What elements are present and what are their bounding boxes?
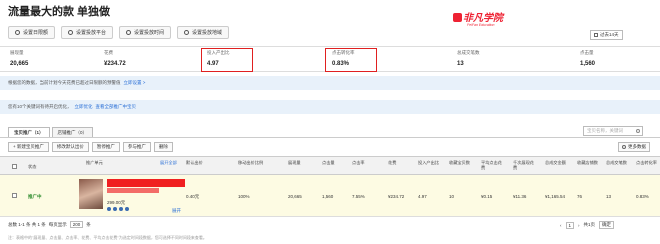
- budget-warning-notice: 根据您的数据，当前计划今天花费已超过日限额的预警值 立即设置 >: [0, 76, 660, 90]
- orders-value: 13: [606, 194, 612, 199]
- stat-impressions: 展现量 20,665: [10, 50, 29, 67]
- expand-row-link[interactable]: 展开: [172, 208, 181, 214]
- cpm-value: ¥11.36: [513, 194, 527, 199]
- tab-item-promotion[interactable]: 宝贝推广（1）: [8, 127, 50, 137]
- table-actions: + 新建宝贝推广 修改默认出价 暂停推广 参与推广 删除: [8, 142, 173, 152]
- col-impressions[interactable]: 展现量: [288, 160, 301, 165]
- tab-shop-promotion[interactable]: 店铺推广（0）: [51, 127, 94, 137]
- product-price: 299.00元: [107, 200, 126, 205]
- optimize-now-link[interactable]: 立即优化: [75, 104, 93, 110]
- highlight-conversion-rate: [325, 48, 377, 72]
- stat-orders: 总成交笔数 13: [457, 50, 480, 67]
- row-checkbox[interactable]: [12, 193, 17, 198]
- fav-items-value: 10: [449, 194, 455, 199]
- clock-icon: [126, 30, 132, 35]
- footnote: 注：表格中的"展现量、点击量、点击率、花费、平均点击花费"为选定时间段数据，您可…: [8, 235, 207, 240]
- col-default-bid[interactable]: 默认出价: [186, 160, 203, 165]
- search-icon: [636, 129, 640, 133]
- set-now-link[interactable]: 立即设置 >: [124, 80, 146, 86]
- cvr-value: 0.83%: [636, 194, 649, 199]
- cost-value: ¥234.72: [388, 194, 405, 199]
- col-cpm[interactable]: 千次展现花费: [513, 160, 537, 170]
- set-daily-limit-button[interactable]: 设置日限额: [8, 26, 56, 39]
- pause-promotion-button[interactable]: 暂停推广: [91, 142, 120, 152]
- view-all-items-link[interactable]: 查看全部推广中宝贝: [96, 104, 137, 110]
- table-row: 推广中 299.00元 展开 0.40元 100% 20,665 1,560 7…: [0, 175, 660, 217]
- tab-divider: [0, 137, 660, 138]
- optimize-keywords-notice: 您有10个关键词有待开启优化， 立即优化 查看全部推广中宝贝: [0, 100, 660, 114]
- unit-action-icons: [107, 207, 129, 211]
- calendar-icon: [594, 33, 598, 37]
- highlight-roi: [201, 48, 253, 72]
- new-item-promotion-button[interactable]: + 新建宝贝推广: [8, 142, 49, 152]
- page-title: 流量最大的款 单独做: [8, 6, 111, 18]
- table-header: 状态 推广单元 展开全部 默认出价 移动出价比例 展现量 点击量 点击率 花费 …: [0, 156, 660, 175]
- fav-shops-value: 76: [577, 194, 583, 199]
- col-fav-shops[interactable]: 收藏店铺数: [577, 160, 601, 165]
- redacted-subtitle: [107, 188, 159, 193]
- expand-all-link[interactable]: 展开全部: [160, 160, 177, 165]
- gmv-value: ¥1,165.54: [545, 194, 566, 199]
- more-data-button[interactable]: 更多数据: [618, 142, 650, 152]
- edit-default-bid-button[interactable]: 修改默认出价: [51, 142, 89, 152]
- product-thumbnail[interactable]: [79, 179, 103, 209]
- campaign-toolbar: 设置日限额 设置投放平台 设置投放时间 设置投放地域: [8, 26, 230, 39]
- stat-clicks: 点击量 1,560: [580, 50, 596, 67]
- set-platform-button[interactable]: 设置投放平台: [61, 26, 114, 39]
- col-unit: 推广单元: [86, 160, 103, 165]
- stat-cost: 花费 ¥234.72: [104, 50, 126, 67]
- redacted-title: [107, 179, 185, 187]
- platform-icon: [68, 30, 74, 35]
- date-range-select[interactable]: 过去14天: [590, 30, 623, 40]
- impressions-value: 20,665: [288, 194, 302, 199]
- next-page-icon[interactable]: ›: [578, 223, 580, 228]
- delete-button[interactable]: 删除: [153, 142, 173, 152]
- goto-page-button[interactable]: 确定: [599, 221, 615, 229]
- col-avg-cpc[interactable]: 平均点击花费: [481, 160, 505, 170]
- stats-bar: 展现量 20,665 花费 ¥234.72 投入产出比 4.97 点击转化率 0…: [0, 46, 660, 72]
- pagination-left: 总数 1-1 条 共 1 条 每页显示 200 条: [8, 221, 91, 228]
- col-roi[interactable]: 投入产出比: [418, 160, 440, 165]
- col-mobile-ratio[interactable]: 移动出价比例: [238, 160, 263, 165]
- col-gmv[interactable]: 总成交金额: [545, 160, 569, 165]
- roi-value: 4.97: [418, 194, 427, 199]
- region-icon: [184, 30, 190, 35]
- trash-icon[interactable]: [125, 207, 129, 211]
- set-time-button[interactable]: 设置投放时间: [119, 26, 172, 39]
- prev-page-icon[interactable]: ‹: [560, 223, 562, 228]
- current-page[interactable]: 1: [565, 221, 575, 229]
- ctr-value: 7.55%: [352, 194, 365, 199]
- budget-icon: [15, 30, 20, 35]
- mobile-ratio-value[interactable]: 100%: [238, 194, 250, 199]
- col-status[interactable]: 状态: [28, 164, 36, 169]
- set-region-button[interactable]: 设置投放地域: [177, 26, 230, 39]
- col-orders[interactable]: 总成交笔数: [606, 160, 630, 165]
- status-label: 推广中: [28, 194, 42, 199]
- avg-cpc-value: ¥0.15: [481, 194, 493, 199]
- logo-mark-icon: [453, 13, 462, 22]
- brand-logo: 非凡学院 FeiFan Education: [453, 9, 503, 27]
- col-clicks[interactable]: 点击量: [322, 160, 335, 165]
- clicks-value: 1,560: [322, 194, 334, 199]
- col-fav-items[interactable]: 收藏宝贝数: [449, 160, 473, 165]
- search-input[interactable]: 宝贝名称，关键词: [583, 126, 643, 136]
- default-bid-value[interactable]: 0.40元: [186, 194, 199, 200]
- promotion-tabs: 宝贝推广（1） 店铺推广（0）: [8, 127, 95, 137]
- pagination-right: ‹ 1 › 共1页 确定: [560, 221, 615, 229]
- join-promotion-button[interactable]: 参与推广: [122, 142, 151, 152]
- edit-icon[interactable]: [107, 207, 111, 211]
- copy-icon[interactable]: [113, 207, 117, 211]
- col-cost[interactable]: 花费: [388, 160, 396, 165]
- col-cvr[interactable]: 点击转化率: [636, 160, 658, 165]
- select-all-checkbox[interactable]: [12, 164, 17, 169]
- chart-icon[interactable]: [119, 207, 123, 211]
- per-page-select[interactable]: 200: [69, 221, 84, 228]
- settings-icon: [622, 145, 626, 149]
- col-ctr[interactable]: 点击率: [352, 160, 365, 165]
